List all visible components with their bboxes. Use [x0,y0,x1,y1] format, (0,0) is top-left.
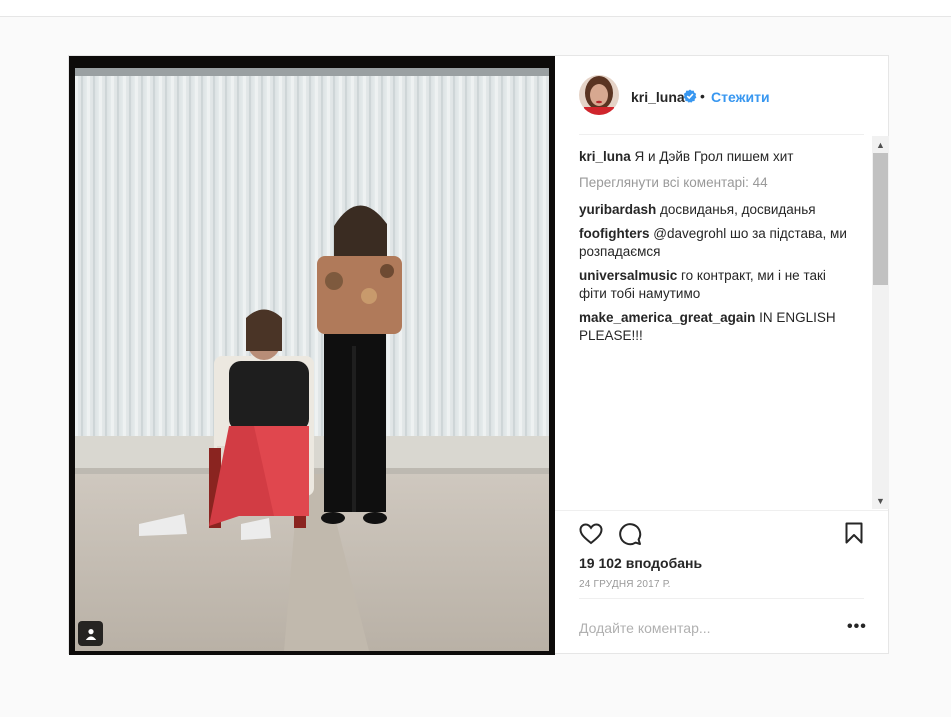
user-tag-button[interactable] [78,621,103,646]
photo-illustration [69,56,555,655]
comment-username[interactable]: foofighters [579,226,650,241]
comment-username[interactable]: yuribardash [579,202,656,217]
actions-divider [555,510,888,511]
comments-scrollbar[interactable]: ▲ ▼ [872,136,889,509]
caption-text: Я и Дэйв Грол пишем хит [630,149,794,164]
comment-text: досвиданья, досвиданья [656,202,816,217]
heart-icon[interactable] [579,522,603,546]
post-header: kri_luna • Стежити [555,56,888,134]
comment-username[interactable]: make_america_great_again [579,310,755,325]
view-all-comments-link[interactable]: Переглянути всі коментарі: 44 [579,175,768,190]
bookmark-icon[interactable] [845,522,863,544]
user-tag-icon [85,628,96,640]
caption-username[interactable]: kri_luna [579,149,631,164]
add-comment-input[interactable]: Додайте коментар... [579,620,839,636]
likes-count[interactable]: 19 102 вподобань [579,555,702,571]
scrollbar-thumb[interactable] [873,153,888,285]
comment-item: universalmusic го контракт, ми і не такі… [579,267,854,303]
separator-dot: • [700,88,705,104]
caption: kri_luna Я и Дэйв Грол пишем хит [579,148,854,166]
top-navigation-bar [0,0,951,17]
comment-username[interactable]: universalmusic [579,268,677,283]
scroll-up-arrow-icon[interactable]: ▲ [872,136,889,153]
scroll-down-arrow-icon[interactable]: ▼ [872,492,889,509]
follow-button[interactable]: Стежити [711,89,770,105]
post-date: 24 ГРУДНЯ 2017 Р. [579,579,671,590]
verified-badge-icon [683,89,697,103]
post-photo[interactable] [69,56,555,655]
comment-item: foofighters @davegrohl шо за підстава, м… [579,225,854,261]
header-divider [579,134,864,135]
speech-bubble-icon[interactable] [618,522,642,546]
comment-item: make_america_great_again IN ENGLISH PLEA… [579,309,854,345]
more-options-button[interactable]: ••• [847,618,867,636]
comment-item: yuribardash досвиданья, досвиданья [579,201,854,219]
post-card: kri_luna • Стежити kri_luna Я и Дэйв Гро… [68,55,889,655]
add-comment-divider [579,598,864,599]
avatar-image [579,75,619,115]
post-side-panel: kri_luna • Стежити kri_luna Я и Дэйв Гро… [555,56,889,653]
post-author-username[interactable]: kri_luna [631,89,685,105]
avatar[interactable] [579,75,619,115]
